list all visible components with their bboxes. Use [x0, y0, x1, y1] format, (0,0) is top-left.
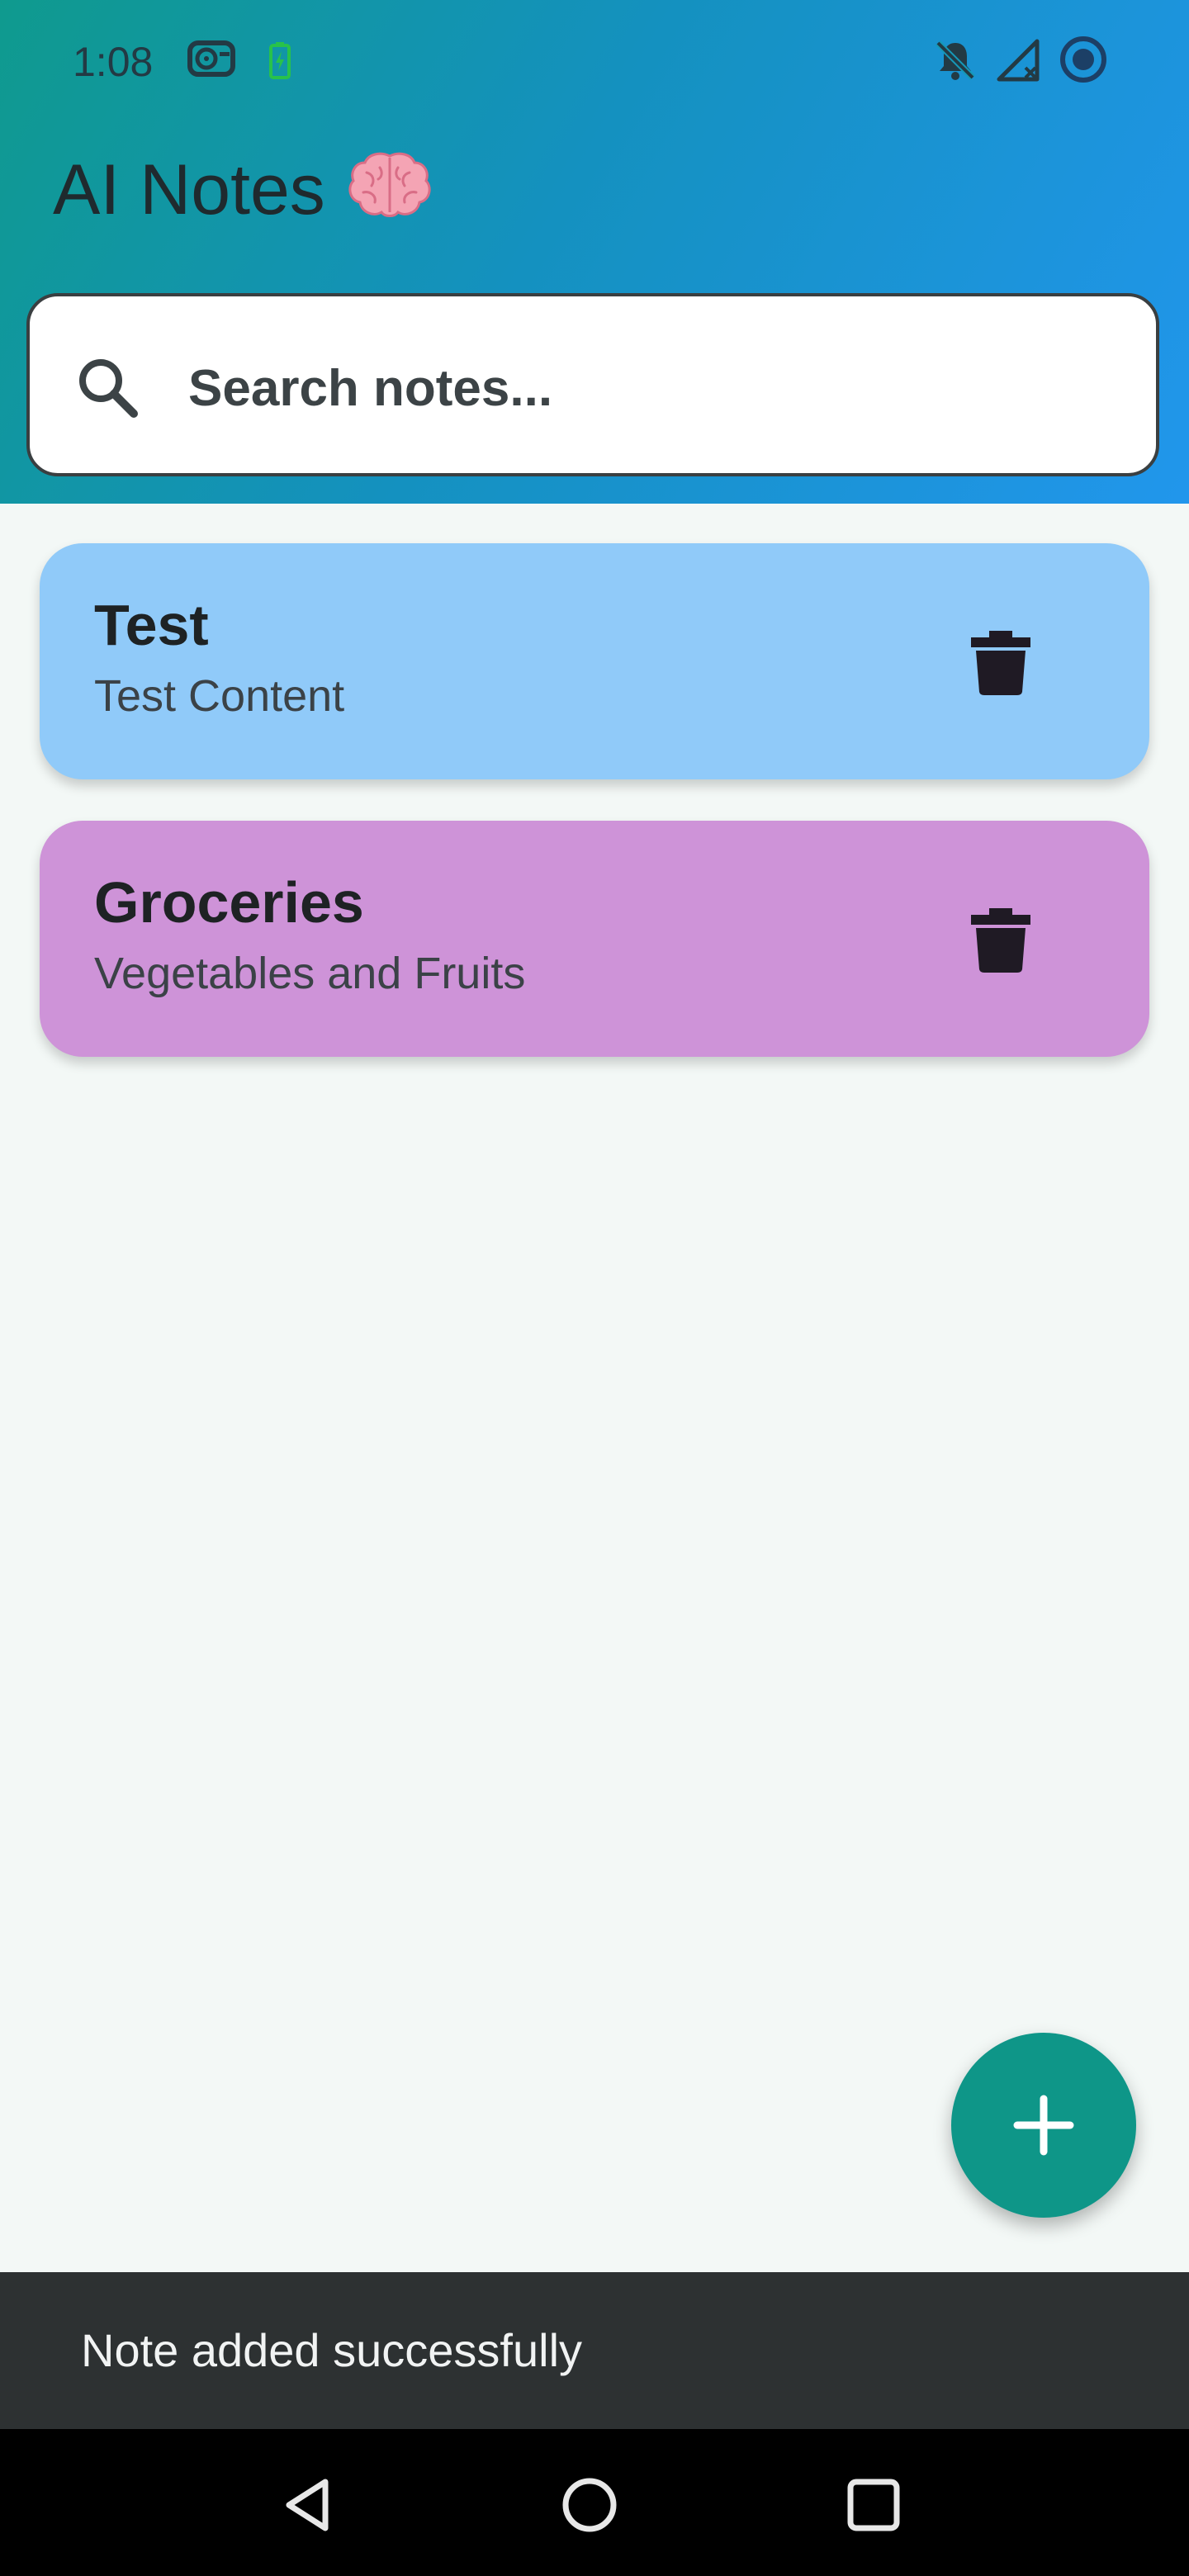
brain-icon [348, 152, 431, 217]
record-icon [1060, 36, 1106, 83]
recents-icon[interactable] [844, 2475, 903, 2535]
search-input[interactable] [187, 338, 1115, 438]
snackbar: Note added successfully [0, 2272, 1189, 2429]
add-note-button[interactable] [951, 2033, 1136, 2218]
fan-icon [187, 40, 235, 77]
note-title: Test [94, 593, 209, 657]
app-title-text: AI Notes [53, 150, 325, 230]
no-signal-icon [997, 39, 1040, 82]
app-header: 1:08 AI Notes [0, 0, 1189, 504]
note-content: Vegetables and Fruits [94, 949, 526, 998]
system-navigation-bar [0, 2429, 1189, 2576]
snackbar-message: Note added successfully [81, 2324, 583, 2376]
battery-charging-icon [269, 42, 291, 79]
notifications-off-icon [936, 40, 975, 80]
status-bar: 1:08 [0, 0, 1189, 124]
note-card[interactable]: Test Test Content [40, 543, 1149, 779]
plus-icon [1013, 2095, 1074, 2156]
search-icon [79, 359, 138, 418]
app-title: AI Notes [53, 140, 433, 239]
note-content: Test Content [94, 671, 345, 721]
delete-icon[interactable] [968, 627, 1034, 697]
search-bar[interactable] [26, 293, 1159, 476]
home-icon[interactable] [560, 2475, 619, 2535]
delete-icon[interactable] [968, 905, 1034, 974]
back-icon[interactable] [279, 2475, 339, 2535]
note-card[interactable]: Groceries Vegetables and Fruits [40, 821, 1149, 1057]
status-time: 1:08 [73, 39, 154, 85]
note-title: Groceries [94, 870, 364, 935]
